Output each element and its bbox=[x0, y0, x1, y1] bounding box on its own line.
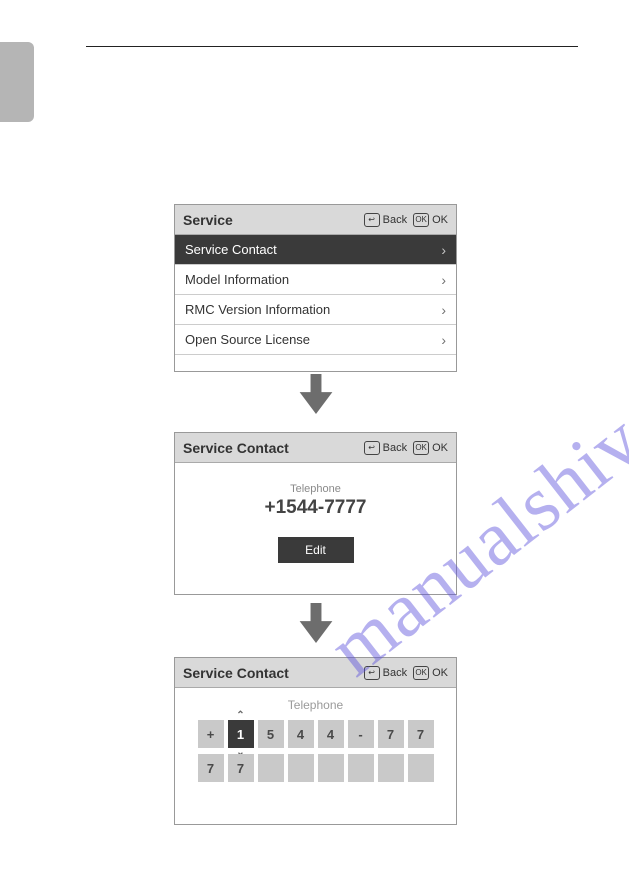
ok-icon: OK bbox=[413, 213, 429, 227]
menu-item-open-source-license[interactable]: Open Source License › bbox=[175, 325, 456, 355]
key-7[interactable]: 7 bbox=[408, 720, 434, 748]
edit-button[interactable]: Edit bbox=[278, 537, 354, 563]
panel-header: Service Contact ↩ Back OK OK bbox=[175, 433, 456, 463]
menu-item-label: Service Contact bbox=[185, 242, 441, 257]
chevron-right-icon: › bbox=[441, 302, 446, 318]
telephone-number: +1544-7777 bbox=[175, 497, 456, 519]
menu-item-label: Model Information bbox=[185, 272, 441, 287]
telephone-label: Telephone bbox=[175, 698, 456, 712]
back-label: Back bbox=[383, 667, 407, 679]
key-dash[interactable]: - bbox=[348, 720, 374, 748]
telephone-label: Telephone bbox=[175, 463, 456, 495]
ok-button[interactable]: OK OK bbox=[413, 666, 448, 680]
side-tab bbox=[0, 42, 34, 122]
ok-icon: OK bbox=[413, 441, 429, 455]
ok-label: OK bbox=[432, 214, 448, 226]
arrow-down-icon bbox=[297, 603, 335, 643]
caret-up-icon: ⌃ bbox=[236, 710, 244, 721]
keypad-row-1: + ⌃ 1 ⌄ 5 4 4 - 7 7 bbox=[175, 720, 456, 748]
key-blank[interactable] bbox=[288, 754, 314, 782]
key-4[interactable]: 4 bbox=[288, 720, 314, 748]
key-7[interactable]: 7 bbox=[378, 720, 404, 748]
menu-item-model-information[interactable]: Model Information › bbox=[175, 265, 456, 295]
back-icon: ↩ bbox=[364, 666, 380, 680]
panel-header: Service Contact ↩ Back OK OK bbox=[175, 658, 456, 688]
key-blank[interactable] bbox=[408, 754, 434, 782]
panel-header: Service ↩ Back OK OK bbox=[175, 205, 456, 235]
ok-button[interactable]: OK OK bbox=[413, 441, 448, 455]
panel-body: Telephone +1544-7777 Edit bbox=[175, 463, 456, 594]
back-button[interactable]: ↩ Back bbox=[364, 441, 407, 455]
ok-icon: OK bbox=[413, 666, 429, 680]
chevron-right-icon: › bbox=[441, 242, 446, 258]
key-blank[interactable] bbox=[348, 754, 374, 782]
key-7[interactable]: 7 bbox=[198, 754, 224, 782]
chevron-right-icon: › bbox=[441, 332, 446, 348]
back-label: Back bbox=[383, 442, 407, 454]
back-button[interactable]: ↩ Back bbox=[364, 666, 407, 680]
key-4[interactable]: 4 bbox=[318, 720, 344, 748]
keypad-row-2: 7 7 bbox=[175, 754, 456, 782]
panel-title: Service Contact bbox=[183, 440, 358, 456]
service-menu-panel: Service ↩ Back OK OK Service Contact › M… bbox=[174, 204, 457, 372]
back-button[interactable]: ↩ Back bbox=[364, 213, 407, 227]
back-icon: ↩ bbox=[364, 213, 380, 227]
key-blank[interactable] bbox=[318, 754, 344, 782]
horizontal-rule bbox=[86, 46, 578, 47]
key-blank[interactable] bbox=[378, 754, 404, 782]
service-contact-panel: Service Contact ↩ Back OK OK Telephone +… bbox=[174, 432, 457, 595]
panel-title: Service Contact bbox=[183, 665, 358, 681]
key-blank[interactable] bbox=[258, 754, 284, 782]
key-label: 1 bbox=[237, 727, 244, 742]
menu-item-label: RMC Version Information bbox=[185, 302, 441, 317]
service-contact-edit-panel: Service Contact ↩ Back OK OK Telephone +… bbox=[174, 657, 457, 825]
chevron-right-icon: › bbox=[441, 272, 446, 288]
key-plus[interactable]: + bbox=[198, 720, 224, 748]
ok-label: OK bbox=[432, 667, 448, 679]
menu-item-label: Open Source License bbox=[185, 332, 441, 347]
key-7[interactable]: 7 bbox=[228, 754, 254, 782]
arrow-down-icon bbox=[297, 374, 335, 414]
back-icon: ↩ bbox=[364, 441, 380, 455]
ok-button[interactable]: OK OK bbox=[413, 213, 448, 227]
ok-label: OK bbox=[432, 442, 448, 454]
panel-title: Service bbox=[183, 212, 358, 228]
keypad-area: Telephone + ⌃ 1 ⌄ 5 4 4 - 7 7 7 7 bbox=[175, 688, 456, 824]
panel-footer-gap bbox=[175, 355, 456, 371]
menu-item-rmc-version[interactable]: RMC Version Information › bbox=[175, 295, 456, 325]
back-label: Back bbox=[383, 214, 407, 226]
menu-item-service-contact[interactable]: Service Contact › bbox=[175, 235, 456, 265]
key-5[interactable]: 5 bbox=[258, 720, 284, 748]
key-1[interactable]: ⌃ 1 ⌄ bbox=[228, 720, 254, 748]
